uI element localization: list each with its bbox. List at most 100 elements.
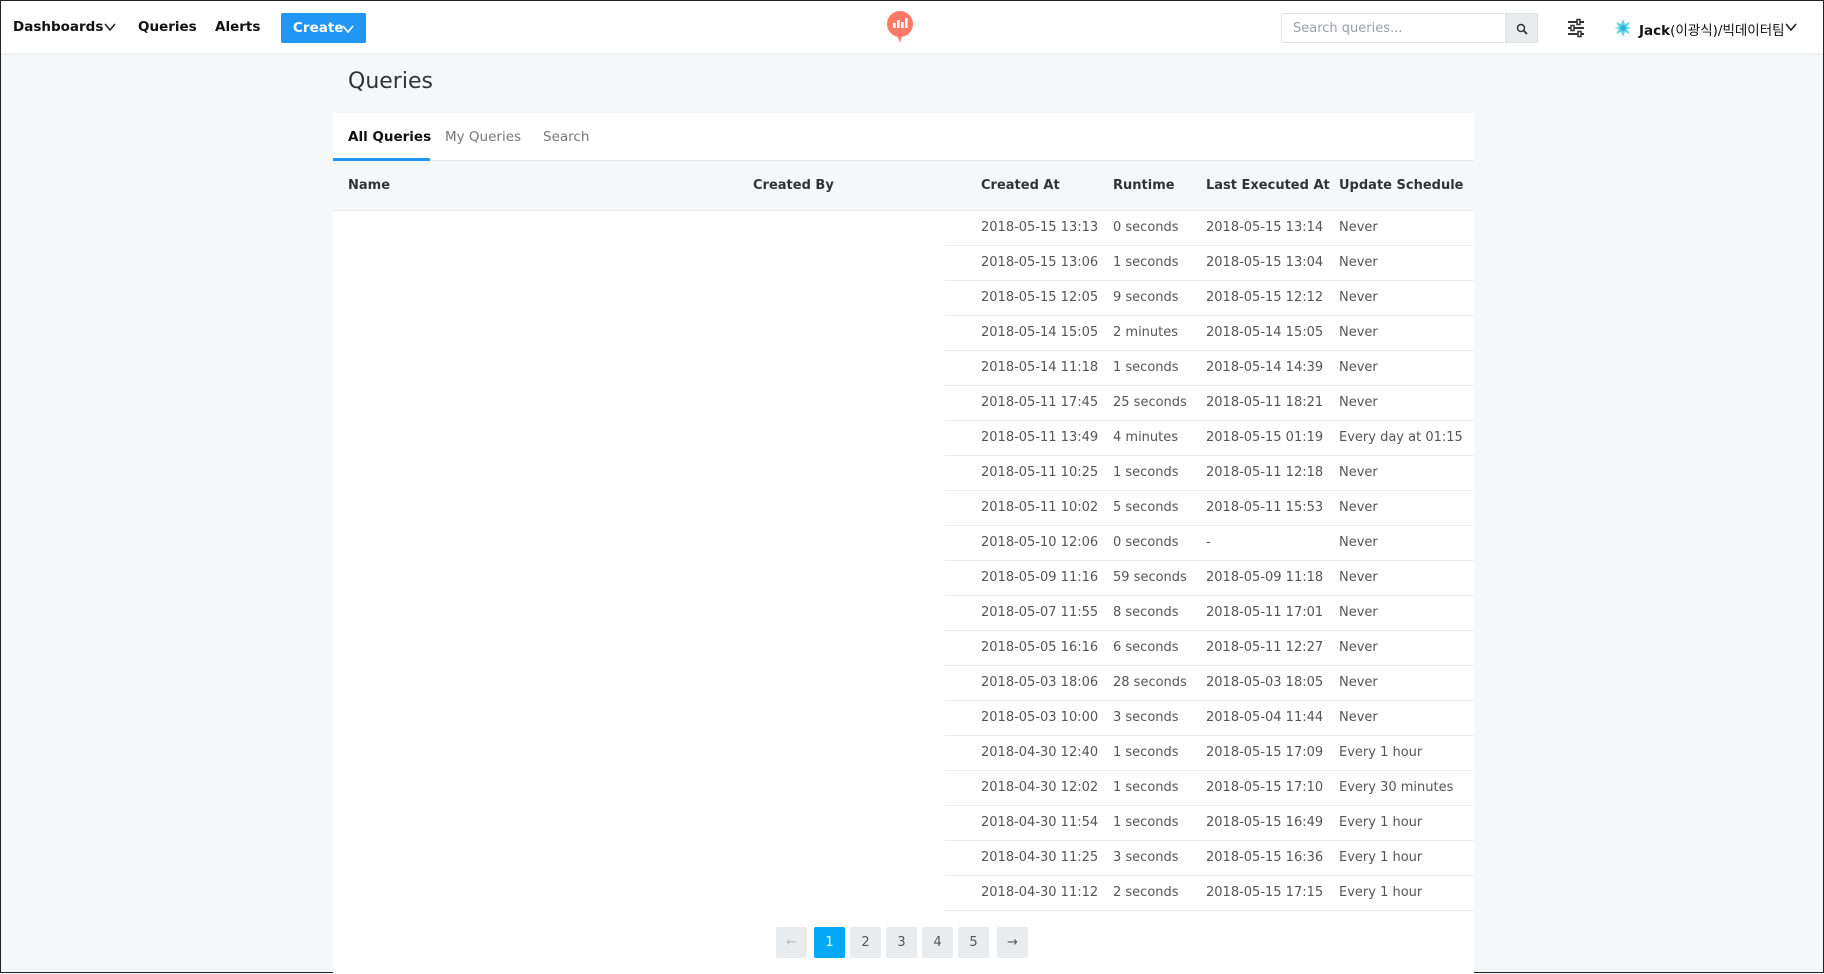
cell-runtime: 4 minutes	[1113, 430, 1179, 445]
table-row[interactable]: 2018-04-30 12:02 1 seconds 2018-05-15 17:1…	[333, 771, 1474, 806]
cell-created-at: 2018-05-11 10:25	[981, 465, 1099, 480]
table-row[interactable]: 2018-04-30 11:25 3 seconds 2018-05-15 16:3…	[333, 841, 1474, 876]
cell-runtime: 2 seconds	[1113, 885, 1179, 900]
cell-update-schedule: Never	[1339, 675, 1378, 690]
cell-last-executed-at: 2018-05-11 15:53	[1206, 500, 1324, 515]
cell-created-at: 2018-05-11 13:49	[981, 430, 1099, 445]
table-row[interactable]: 2018-05-05 16:16 6 seconds 2018-05-11 12:2…	[333, 631, 1474, 666]
top-navbar: Dashboards Queries Alerts Create Search …	[1, 1, 1823, 53]
user-avatar-icon[interactable]	[1613, 18, 1633, 38]
create-button[interactable]: Create	[281, 13, 366, 43]
cell-update-schedule: Never	[1339, 570, 1378, 585]
table-row[interactable]: 2018-05-15 13:13 0 seconds 2018-05-15 13:1…	[333, 211, 1474, 246]
cell-created-at: 2018-04-30 11:25	[981, 850, 1099, 865]
redash-logo-icon[interactable]	[886, 11, 914, 43]
column-header-update-schedule[interactable]: Update Schedule	[1339, 178, 1463, 193]
chevron-down-icon[interactable]	[1784, 21, 1798, 33]
cell-created-at: 2018-05-03 18:06	[981, 675, 1099, 690]
user-name-bold: Jack	[1639, 23, 1671, 39]
pagination-page-2[interactable]: 2	[850, 927, 881, 958]
cell-runtime: 2 minutes	[1113, 325, 1179, 340]
cell-runtime: 1 seconds	[1113, 745, 1179, 760]
sliders-icon[interactable]	[1566, 18, 1586, 38]
table-row[interactable]: 2018-04-30 11:12 2 seconds 2018-05-15 17:1…	[333, 876, 1474, 911]
column-header-created-at[interactable]: Created At	[981, 178, 1060, 193]
cell-update-schedule: Never	[1339, 395, 1378, 410]
cell-runtime: 3 seconds	[1113, 710, 1179, 725]
table-row[interactable]: 2018-05-03 18:06 28 seconds 2018-05-03 18:…	[333, 666, 1474, 701]
cell-last-executed-at: 2018-05-04 11:44	[1206, 710, 1324, 725]
table-row[interactable]: 2018-05-10 12:06 0 seconds - Never	[333, 526, 1474, 561]
cell-update-schedule: Every 1 hour	[1339, 850, 1423, 865]
cell-runtime: 1 seconds	[1113, 815, 1179, 830]
cell-update-schedule: Never	[1339, 605, 1378, 620]
tab-my-queries[interactable]: My Queries	[445, 129, 521, 145]
table-row[interactable]: 2018-05-09 11:16 59 seconds 2018-05-09 11:…	[333, 561, 1474, 596]
table-row[interactable]: 2018-04-30 12:40 1 seconds 2018-05-15 17:0…	[333, 736, 1474, 771]
cell-runtime: 1 seconds	[1113, 360, 1179, 375]
row-divider	[945, 910, 1474, 911]
cell-runtime: 3 seconds	[1113, 850, 1179, 865]
cell-last-executed-at: 2018-05-15 01:19	[1206, 430, 1324, 445]
cell-update-schedule: Never	[1339, 500, 1378, 515]
cell-last-executed-at: 2018-05-15 17:09	[1206, 745, 1324, 760]
cell-runtime: 8 seconds	[1113, 605, 1179, 620]
cell-update-schedule: Every 1 hour	[1339, 885, 1423, 900]
pagination-page-5[interactable]: 5	[958, 927, 989, 958]
table-row[interactable]: 2018-05-14 11:18 1 seconds 2018-05-14 14:3…	[333, 351, 1474, 386]
cell-update-schedule: Never	[1339, 290, 1378, 305]
cell-runtime: 6 seconds	[1113, 640, 1179, 655]
column-header-last-executed-at[interactable]: Last Executed At	[1206, 178, 1330, 193]
table-row[interactable]: 2018-04-30 11:54 1 seconds 2018-05-15 16:4…	[333, 806, 1474, 841]
table-row[interactable]: 2018-05-15 12:05 9 seconds 2018-05-15 12:1…	[333, 281, 1474, 316]
cell-created-at: 2018-05-07 11:55	[981, 605, 1099, 620]
table-row[interactable]: 2018-05-07 11:55 8 seconds 2018-05-11 17:0…	[333, 596, 1474, 631]
nav-queries[interactable]: Queries	[138, 19, 197, 35]
table-row[interactable]: 2018-05-11 10:25 1 seconds 2018-05-11 12:1…	[333, 456, 1474, 491]
table-row[interactable]: 2018-05-14 15:05 2 minutes 2018-05-14 15:0…	[333, 316, 1474, 351]
nav-dashboards[interactable]: Dashboards	[13, 19, 103, 35]
cell-runtime: 25 seconds	[1113, 395, 1187, 410]
cell-runtime: 59 seconds	[1113, 570, 1187, 585]
nav-alerts[interactable]: Alerts	[215, 19, 260, 35]
pagination-page-1[interactable]: 1	[814, 927, 845, 958]
table-row[interactable]: 2018-05-15 13:06 1 seconds 2018-05-15 13:0…	[333, 246, 1474, 281]
pagination-page-4[interactable]: 4	[922, 927, 953, 958]
queries-panel: All Queries My Queries Search Name Creat…	[333, 113, 1474, 974]
cell-update-schedule: Never	[1339, 220, 1378, 235]
cell-last-executed-at: 2018-05-15 17:10	[1206, 780, 1324, 795]
cell-update-schedule: Every 1 hour	[1339, 745, 1423, 760]
chevron-down-icon[interactable]	[103, 21, 117, 33]
column-header-created-by[interactable]: Created By	[753, 178, 834, 193]
cell-created-at: 2018-04-30 11:12	[981, 885, 1099, 900]
tab-search[interactable]: Search	[543, 129, 589, 145]
cell-update-schedule: Every 30 minutes	[1339, 780, 1454, 795]
pagination-next-button[interactable]: →	[997, 927, 1028, 958]
search-button[interactable]	[1506, 13, 1538, 43]
cell-last-executed-at: 2018-05-15 17:15	[1206, 885, 1324, 900]
cell-update-schedule: Never	[1339, 465, 1378, 480]
cell-last-executed-at: 2018-05-15 13:14	[1206, 220, 1324, 235]
page-title: Queries	[348, 69, 433, 94]
cell-last-executed-at: 2018-05-11 17:01	[1206, 605, 1324, 620]
cell-created-at: 2018-05-11 10:02	[981, 500, 1099, 515]
cell-update-schedule: Never	[1339, 535, 1378, 550]
column-header-runtime[interactable]: Runtime	[1113, 178, 1175, 193]
cell-last-executed-at: 2018-05-15 13:04	[1206, 255, 1324, 270]
table-row[interactable]: 2018-05-11 17:45 25 seconds 2018-05-11 18:…	[333, 386, 1474, 421]
cell-last-executed-at: 2018-05-11 12:18	[1206, 465, 1324, 480]
search-input[interactable]	[1281, 13, 1506, 43]
table-row[interactable]: 2018-05-11 13:49 4 minutes 2018-05-15 01:1…	[333, 421, 1474, 456]
table-row[interactable]: 2018-05-11 10:02 5 seconds 2018-05-11 15:5…	[333, 491, 1474, 526]
cell-runtime: 5 seconds	[1113, 500, 1179, 515]
column-header-name[interactable]: Name	[348, 178, 390, 193]
pagination-page-3[interactable]: 3	[886, 927, 917, 958]
table-row[interactable]: 2018-05-03 10:00 3 seconds 2018-05-04 11:4…	[333, 701, 1474, 736]
cell-runtime: 0 seconds	[1113, 535, 1179, 550]
cell-update-schedule: Never	[1339, 640, 1378, 655]
pagination-prev-button[interactable]: ←	[776, 927, 807, 958]
tab-all-queries[interactable]: All Queries	[348, 129, 431, 145]
cell-last-executed-at: 2018-05-15 12:12	[1206, 290, 1324, 305]
cell-runtime: 1 seconds	[1113, 465, 1179, 480]
user-menu[interactable]: Jack(이광식)/빅데이터팀	[1639, 19, 1785, 39]
